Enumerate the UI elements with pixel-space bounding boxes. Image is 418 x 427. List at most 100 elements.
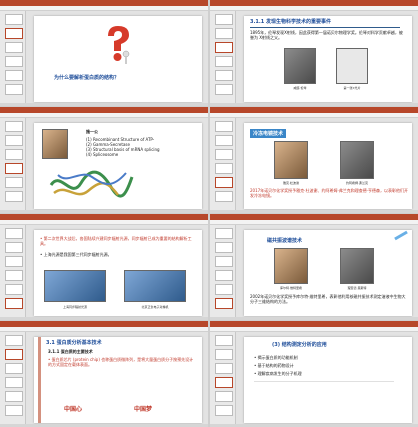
accent-bar	[38, 337, 41, 423]
slide-thumbnail[interactable]	[215, 228, 233, 239]
thumbnail-pane[interactable]	[210, 225, 236, 320]
slide-thumbnail-selected[interactable]	[5, 298, 23, 309]
slide-thumbnail[interactable]	[215, 28, 233, 39]
slide-thumbnail[interactable]	[215, 191, 233, 202]
slide-thumbnail[interactable]	[215, 56, 233, 67]
scientist-name: 施一公	[86, 129, 98, 134]
thumbnail-pane[interactable]	[210, 118, 236, 213]
pencil-icon	[394, 230, 408, 241]
slide-canvas[interactable]: 3.1 蛋白质分析基本技术 3.1.1 蛋白质的主要技术 • 蛋白质芯片 (pr…	[34, 337, 202, 423]
thumbnail-pane[interactable]	[210, 332, 236, 427]
scientist-photo	[42, 129, 68, 159]
ribbon	[0, 327, 208, 332]
status-bar	[0, 317, 208, 320]
slide-body: • 蛋白质芯片 (protein chip) 也称蛋白质微阵列，是将大量蛋白质分…	[48, 357, 194, 367]
bullet-3: • 理解疾病发生的分子机理	[254, 371, 302, 376]
slide-thumbnail[interactable]	[215, 349, 233, 360]
slide-question: 为什么要解析蛋白质的结构？	[54, 75, 120, 81]
slide-thumbnail[interactable]	[215, 163, 233, 174]
slide-canvas[interactable]: • 第二次世界大战后，各国陆续兴建同步辐射光源，同步辐射已成为重要的结构解析工具…	[34, 230, 202, 316]
caption-right: 约阿希姆·弗兰克	[346, 181, 368, 185]
portrait-photo-left	[274, 248, 308, 284]
ppt-window-2: 3.1.1 发现生物科学技术的重要事件 1895年，伦琴发现X射线，因此获得第一…	[210, 0, 418, 106]
slide-thumbnail[interactable]	[5, 84, 23, 95]
slide-thumbnail-selected[interactable]	[215, 377, 233, 388]
slide-thumbnail-selected[interactable]	[5, 28, 23, 39]
slide-thumbnail[interactable]	[215, 270, 233, 281]
thumbnail-pane[interactable]	[0, 225, 26, 320]
ribbon	[210, 220, 418, 225]
caption-right: 理查德·恩斯特	[347, 286, 367, 290]
slide-thumbnail-selected[interactable]	[5, 349, 23, 360]
slide-canvas[interactable]: (3) 结构测定分析的应用 • 揭示蛋白质的功能机制 • 基于结构的药物设计 •…	[244, 337, 412, 423]
slide-thumbnail[interactable]	[5, 363, 23, 374]
ppt-window-3: 施一公 (1) Recombinant Structure of ATP- (2…	[0, 107, 208, 213]
slide-thumbnail[interactable]	[5, 121, 23, 132]
slide-thumbnail[interactable]	[5, 70, 23, 81]
slide-thumbnail-selected[interactable]	[5, 163, 23, 174]
slide-thumbnail[interactable]	[215, 405, 233, 416]
slide-thumbnail-selected[interactable]	[215, 42, 233, 53]
thumbnail-pane[interactable]	[0, 332, 26, 427]
status-bar	[210, 317, 418, 320]
slide-thumbnail[interactable]	[215, 121, 233, 132]
slide-thumbnail[interactable]	[5, 377, 23, 388]
slide-canvas[interactable]: 冷冻电镜技术 雅克·杜波谢 约阿希姆·弗兰克 2017年诺贝尔化学奖授予雅克·杜…	[244, 123, 412, 209]
slide-thumbnail[interactable]	[215, 84, 233, 95]
slide-thumbnail[interactable]	[215, 256, 233, 267]
slide-thumbnail-selected[interactable]	[215, 177, 233, 188]
slide-thumbnail[interactable]	[5, 149, 23, 160]
slide-mosaic: 为什么要解析蛋白质的结构？ 3.1.1 发现生物科学技术的重要事件 1895年，…	[0, 0, 418, 427]
facility-photo-right	[124, 270, 186, 302]
ppt-window-7: 3.1 蛋白质分析基本技术 3.1.1 蛋白质的主要技术 • 蛋白质芯片 (pr…	[0, 321, 208, 427]
slide-canvas[interactable]: 施一公 (1) Recombinant Structure of ATP- (2…	[34, 123, 202, 209]
slide-thumbnail[interactable]	[5, 42, 23, 53]
slide-thumbnail[interactable]	[215, 149, 233, 160]
slide-thumbnail[interactable]	[215, 135, 233, 146]
slide-thumbnail[interactable]	[5, 135, 23, 146]
caption-left: 上海同步辐射光源	[62, 305, 87, 309]
portrait-photo-right	[340, 141, 374, 179]
slide-canvas[interactable]: 磁共振波谱技术 库尔特·维特里希 理查德·恩斯特 2002年诺贝尔化学奖授予库尔…	[244, 230, 412, 316]
slide-thumbnail[interactable]	[215, 14, 233, 25]
status-bar	[0, 103, 208, 106]
status-bar	[210, 103, 418, 106]
slide-thumbnail[interactable]	[5, 391, 23, 402]
slide-canvas[interactable]: 3.1.1 发现生物科学技术的重要事件 1895年，伦琴发现X射线，因此获得第一…	[244, 16, 412, 102]
slide-canvas[interactable]: 为什么要解析蛋白质的结构？	[34, 16, 202, 102]
slide-thumbnail[interactable]	[215, 391, 233, 402]
slide-thumbnail[interactable]	[5, 242, 23, 253]
ribbon	[0, 220, 208, 225]
bullet-1: • 揭示蛋白质的功能机制	[254, 355, 298, 360]
slide-thumbnail[interactable]	[5, 14, 23, 25]
slide-thumbnail[interactable]	[5, 177, 23, 188]
ppt-window-6: 磁共振波谱技术 库尔特·维特里希 理查德·恩斯特 2002年诺贝尔化学奖授予库尔…	[210, 214, 418, 320]
thumbnail-pane[interactable]	[0, 118, 26, 213]
slide-thumbnail[interactable]	[215, 284, 233, 295]
portrait-photo-left	[274, 141, 308, 179]
slide-thumbnail-selected[interactable]	[215, 298, 233, 309]
thumbnail-pane[interactable]	[210, 11, 236, 106]
slide-heading: 3.1 蛋白质分析基本技术	[46, 340, 102, 346]
slide-thumbnail[interactable]	[5, 256, 23, 267]
slide-thumbnail[interactable]	[215, 70, 233, 81]
slide-thumbnail[interactable]	[215, 335, 233, 346]
status-bar	[0, 210, 208, 213]
status-bar	[210, 210, 418, 213]
slide-thumbnail[interactable]	[5, 191, 23, 202]
slide-thumbnail[interactable]	[5, 284, 23, 295]
slide-thumbnail[interactable]	[215, 363, 233, 374]
facility-photo-left	[44, 270, 106, 302]
slide-thumbnail[interactable]	[5, 270, 23, 281]
slide-thumbnail[interactable]	[215, 242, 233, 253]
bullet-2: • 基于结构的药物设计	[254, 363, 294, 368]
slide-subheading: 3.1.1 蛋白质的主要技术	[48, 349, 93, 354]
footer-left: 中国心	[64, 406, 83, 413]
slide-thumbnail[interactable]	[5, 335, 23, 346]
slide-thumbnail[interactable]	[5, 405, 23, 416]
slide-thumbnail[interactable]	[5, 228, 23, 239]
caption-right: 第一张X光片	[343, 86, 361, 90]
slide-thumbnail[interactable]	[5, 56, 23, 67]
thumbnail-pane[interactable]	[0, 11, 26, 106]
portrait-photo-right	[340, 248, 374, 284]
